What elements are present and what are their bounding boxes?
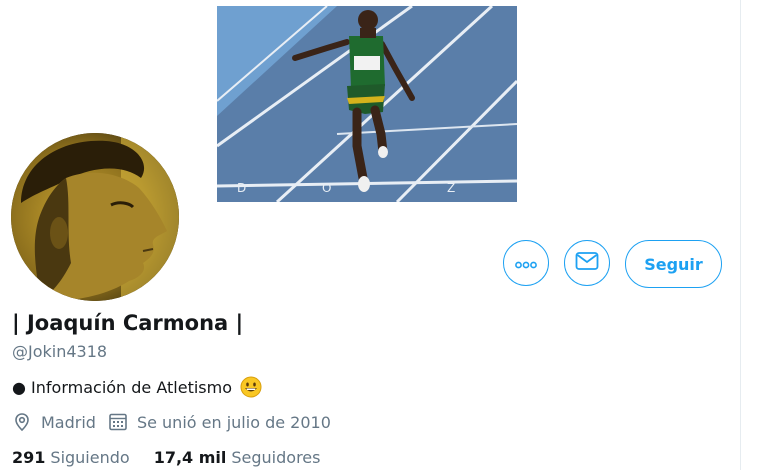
followers-count: 17,4 mil — [153, 448, 227, 467]
following-count: 291 — [12, 448, 46, 467]
message-button[interactable] — [564, 240, 610, 286]
location-pin-icon — [12, 412, 32, 432]
grinning-face-emoji — [240, 376, 262, 398]
envelope-icon — [575, 251, 599, 275]
bio: ● Información de Atletismo — [12, 376, 262, 398]
column-divider — [740, 0, 741, 470]
location-text: Madrid — [41, 412, 96, 432]
user-handle: @Jokin4318 — [12, 342, 108, 361]
followers-label: Seguidores — [231, 448, 321, 467]
svg-text:D: D — [237, 181, 246, 195]
follow-button[interactable]: Seguir — [625, 240, 722, 288]
calendar-icon — [108, 412, 128, 432]
following-label: Siguiendo — [50, 448, 130, 467]
followers-link[interactable]: 17,4 mil Seguidores — [154, 448, 321, 467]
svg-text:O: O — [322, 181, 331, 195]
svg-text:Z: Z — [447, 181, 455, 195]
following-link[interactable]: 291 Siguiendo — [12, 448, 130, 467]
more-options-button[interactable] — [503, 240, 549, 286]
avatar[interactable] — [11, 133, 179, 301]
more-options-icon — [515, 254, 537, 273]
join-date: Se unió en julio de 2010 — [136, 412, 331, 432]
profile-meta: Madrid Se unió en julio de 2010 — [12, 412, 331, 432]
bio-text: ● Información de Atletismo — [12, 377, 233, 397]
header-photo[interactable]: D O Z — [217, 6, 517, 202]
display-name: | Joaquín Carmona | — [12, 311, 244, 335]
profile-stats: 291 Siguiendo 17,4 mil Seguidores — [12, 448, 320, 467]
